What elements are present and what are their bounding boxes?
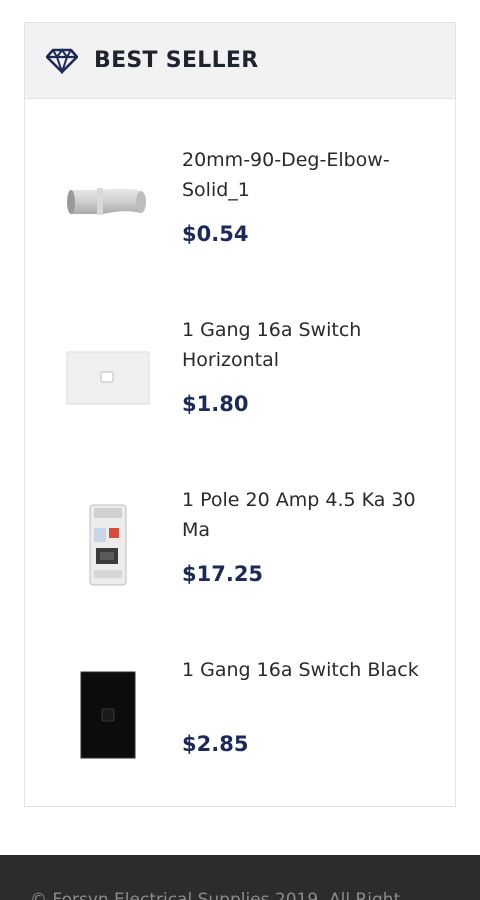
product-name[interactable]: 20mm-90-Deg-Elbow-Solid_1 [182,145,442,205]
site-footer: © Forsyn Electrical Supplies 2019. All R… [0,855,480,900]
elbow-pipe-image[interactable] [59,145,157,265]
best-seller-title: BEST SELLER [94,48,259,73]
black-switch-plate-image[interactable] [59,655,157,775]
product-name[interactable]: 1 Pole 20 Amp 4.5 Ka 30 Ma [182,485,442,545]
product-price: $0.54 [182,222,249,246]
product-item[interactable]: 1 Gang 16a Switch Horizontal $1.80 [25,315,455,455]
diamond-icon [45,47,79,75]
product-price: $17.25 [182,562,264,586]
footer-copyright: © Forsyn Electrical Supplies 2019. All R… [30,890,401,900]
best-seller-header: BEST SELLER [25,23,455,99]
product-item[interactable]: 20mm-90-Deg-Elbow-Solid_1 $0.54 [25,145,455,285]
white-switch-plate-image[interactable] [59,315,157,435]
best-seller-panel: BEST SELLER 20mm-90-Deg-Elbow-Solid_1 $0… [24,22,456,807]
product-price: $1.80 [182,392,249,416]
product-item[interactable]: 1 Pole 20 Amp 4.5 Ka 30 Ma $17.25 [25,485,455,625]
product-name[interactable]: 1 Gang 16a Switch Horizontal [182,315,442,375]
circuit-breaker-image[interactable] [59,485,157,605]
product-name[interactable]: 1 Gang 16a Switch Black [182,655,442,685]
product-price: $2.85 [182,732,249,756]
product-item[interactable]: 1 Gang 16a Switch Black $2.85 [25,655,455,795]
